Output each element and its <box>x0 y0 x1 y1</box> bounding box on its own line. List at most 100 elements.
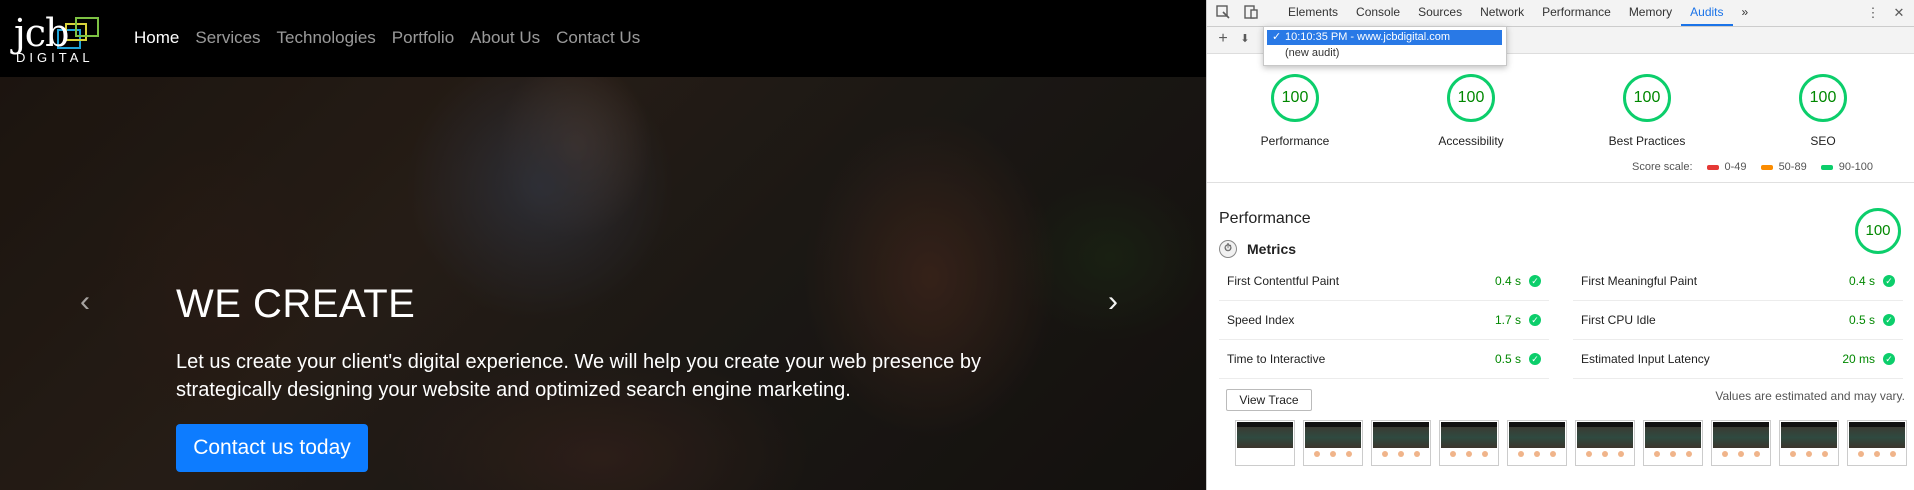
carousel-prev-icon[interactable]: ‹ <box>70 287 100 317</box>
view-trace-button[interactable]: View Trace <box>1226 389 1312 411</box>
frame-thumbnail <box>1577 422 1633 448</box>
tab-console[interactable]: Console <box>1347 0 1409 26</box>
frame-status-icons <box>1518 451 1558 461</box>
close-devtools-icon[interactable]: ✕ <box>1891 5 1907 21</box>
devtools-tabbar: Elements Console Sources Network Perform… <box>1207 0 1914 27</box>
nav-services[interactable]: Services <box>195 28 260 48</box>
filmstrip-frame <box>1439 420 1499 466</box>
devtools-panel: Elements Console Sources Network Perform… <box>1206 0 1914 490</box>
gauge-seo[interactable]: 100 SEO <box>1773 74 1873 148</box>
frame-thumbnail <box>1509 422 1565 448</box>
pass-check-icon: ✓ <box>1529 314 1541 326</box>
tab-audits[interactable]: Audits <box>1681 0 1733 26</box>
nav-portfolio[interactable]: Portfolio <box>392 28 454 48</box>
inspect-element-icon[interactable] <box>1215 5 1231 21</box>
filmstrip-frame <box>1779 420 1839 466</box>
metric-value: 0.5 s <box>1848 313 1875 327</box>
filmstrip-frame <box>1303 420 1363 466</box>
devtools-menu-icon[interactable]: ⋮ <box>1865 5 1881 21</box>
nav-about-us[interactable]: About Us <box>470 28 540 48</box>
gauge-performance[interactable]: 100 Performance <box>1245 74 1345 148</box>
frame-thumbnail <box>1645 422 1701 448</box>
status-dot-icon <box>1790 451 1796 457</box>
status-dot-icon <box>1586 451 1592 457</box>
pass-check-icon: ✓ <box>1883 275 1895 287</box>
metric-value: 0.5 s <box>1494 352 1521 366</box>
filmstrip-frame <box>1371 420 1431 466</box>
audit-report-dropdown[interactable]: ✓ 10:10:35 PM - www.jcbdigital.com (new … <box>1263 26 1507 66</box>
hero-description: Let us create your client's digital expe… <box>176 351 981 401</box>
tab-sources[interactable]: Sources <box>1409 0 1471 26</box>
gauge-accessibility[interactable]: 100 Accessibility <box>1421 74 1521 148</box>
frame-thumbnail <box>1305 422 1361 448</box>
pass-check-icon: ✓ <box>1529 275 1541 287</box>
tab-network[interactable]: Network <box>1471 0 1533 26</box>
status-dot-icon <box>1754 451 1760 457</box>
status-dot-icon <box>1722 451 1728 457</box>
status-dot-icon <box>1738 451 1744 457</box>
status-dot-icon <box>1670 451 1676 457</box>
green-swatch-icon <box>1820 164 1833 170</box>
gauge-label: Performance <box>1260 134 1330 148</box>
frame-thumbnail <box>1849 422 1905 448</box>
frame-status-icons <box>1382 451 1422 461</box>
score-gauges: 100 Performance 100 Accessibility 100 Be… <box>1207 74 1914 148</box>
nav-contact-us[interactable]: Contact Us <box>556 28 640 48</box>
gauge-label: Best Practices <box>1608 134 1686 148</box>
site-logo[interactable]: jcb DIGITAL <box>14 14 106 66</box>
site-nav-links: Home Services Technologies Portfolio Abo… <box>134 28 640 48</box>
status-dot-icon <box>1550 451 1556 457</box>
status-dot-icon <box>1518 451 1524 457</box>
frame-status-icons <box>1858 451 1898 461</box>
metric-first-meaningful-paint: First Meaningful Paint 0.4 s ✓ <box>1573 262 1903 301</box>
frame-thumbnail <box>1713 422 1769 448</box>
add-audit-icon[interactable]: + <box>1215 31 1231 47</box>
logo-wordmark: jcb <box>14 11 69 55</box>
nav-technologies[interactable]: Technologies <box>277 28 376 48</box>
audit-option-new[interactable]: (new audit) <box>1267 46 1502 61</box>
performance-section-title: Performance <box>1219 210 1311 227</box>
status-dot-icon <box>1314 451 1320 457</box>
section-divider <box>1207 182 1914 183</box>
gauge-label: SEO <box>1810 134 1836 148</box>
stopwatch-icon: ⏱ <box>1219 240 1237 258</box>
metrics-header: ⏱ Metrics <box>1219 240 1296 258</box>
orange-swatch-icon <box>1760 164 1773 170</box>
nav-home[interactable]: Home <box>134 28 179 48</box>
audit-option-selected[interactable]: ✓ 10:10:35 PM - www.jcbdigital.com <box>1267 30 1502 45</box>
metric-name: Estimated Input Latency <box>1581 352 1710 366</box>
metric-name: First CPU Idle <box>1581 313 1656 327</box>
gauge-score: 100 <box>1447 74 1495 122</box>
device-toolbar-icon[interactable] <box>1243 5 1259 21</box>
status-dot-icon <box>1382 451 1388 457</box>
contact-us-button[interactable]: Contact us today <box>176 424 368 472</box>
filmstrip-frame <box>1711 420 1771 466</box>
gauge-score: 100 <box>1799 74 1847 122</box>
status-dot-icon <box>1858 451 1864 457</box>
gauge-label: Accessibility <box>1438 134 1504 148</box>
tab-performance[interactable]: Performance <box>1533 0 1620 26</box>
logo-subtitle: DIGITAL <box>16 50 94 65</box>
carousel-next-icon[interactable]: › <box>1098 287 1128 317</box>
more-tabs-icon[interactable]: » <box>1733 0 1758 26</box>
tab-elements[interactable]: Elements <box>1279 0 1347 26</box>
filmstrip <box>1235 420 1907 466</box>
audit-option-label: 10:10:35 PM - www.jcbdigital.com <box>1285 31 1451 43</box>
status-dot-icon <box>1330 451 1336 457</box>
filmstrip-frame <box>1235 420 1295 466</box>
metric-time-to-interactive: Time to Interactive 0.5 s ✓ <box>1219 340 1549 379</box>
scale-range-fail: 0-49 <box>1706 161 1747 173</box>
status-dot-icon <box>1450 451 1456 457</box>
tab-memory[interactable]: Memory <box>1620 0 1681 26</box>
metric-estimated-input-latency: Estimated Input Latency 20 ms ✓ <box>1573 340 1903 379</box>
filmstrip-frame <box>1507 420 1567 466</box>
filmstrip-frame <box>1847 420 1907 466</box>
scale-range-average: 50-89 <box>1760 161 1807 173</box>
pass-check-icon: ✓ <box>1883 353 1895 365</box>
status-dot-icon <box>1654 451 1660 457</box>
site-navbar: jcb DIGITAL Home Services Technologies P… <box>0 0 1206 77</box>
score-scale-legend: Score scale: 0-49 50-89 90-100 <box>1632 161 1873 173</box>
scale-range-pass: 90-100 <box>1820 161 1873 173</box>
gauge-best-practices[interactable]: 100 Best Practices <box>1597 74 1697 148</box>
download-report-icon[interactable]: ⬇ <box>1237 31 1253 47</box>
